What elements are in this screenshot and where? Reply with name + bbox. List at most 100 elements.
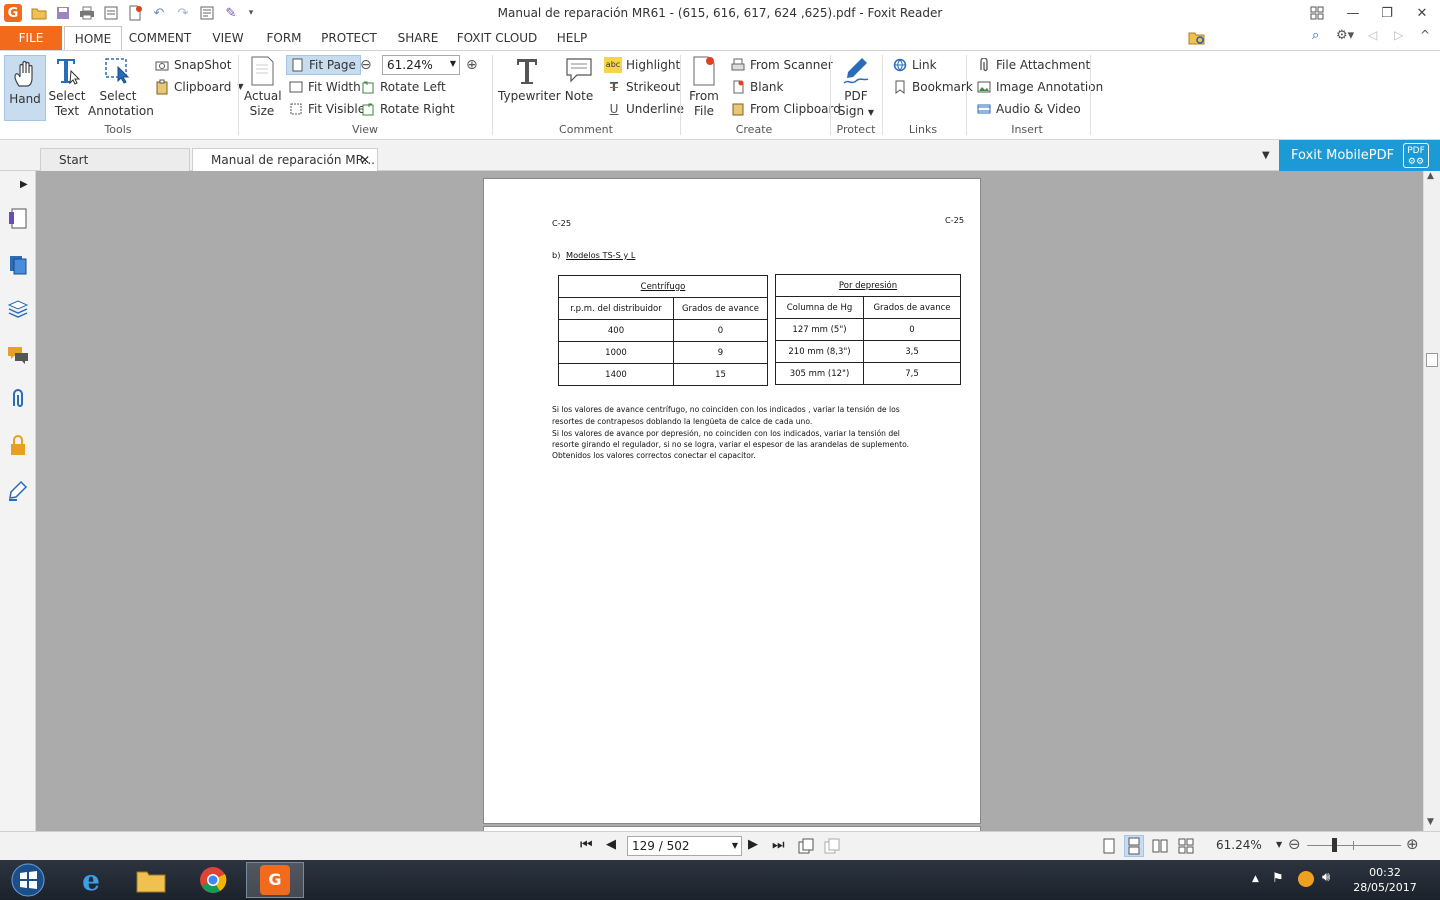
audio-video-button[interactable]: Audio & Video [976, 99, 1081, 119]
close-button[interactable]: ✕ [1405, 2, 1439, 24]
tab-form[interactable]: FORM [262, 26, 306, 50]
strikeout-button[interactable]: T Strikeout [606, 77, 680, 97]
ribbon-display-icon[interactable] [1300, 2, 1334, 24]
centrifugal-table: Centrífugo r.p.m. del distribuidor Grados… [558, 275, 768, 386]
action-center-flag-icon[interactable]: ⚑ [1272, 871, 1284, 886]
tab-share[interactable]: SHARE [394, 26, 442, 50]
page-number-input[interactable]: 129 / 502 ▼ [627, 836, 742, 856]
volume-icon[interactable]: 🔊︎ [1322, 870, 1330, 885]
blank-button[interactable]: Blank [730, 77, 783, 97]
find-folder-icon[interactable] [1188, 30, 1206, 46]
clock[interactable]: 00:32 28/05/2017 [1352, 865, 1418, 895]
hand-tool-button[interactable]: Hand [4, 55, 46, 121]
scroll-up-icon[interactable]: ▲ [1427, 171, 1434, 181]
highlight-button[interactable]: abc Highlight [604, 55, 680, 75]
from-file-button[interactable]: From File [686, 55, 722, 119]
from-file-icon [688, 55, 720, 87]
page-thumbnail-icon[interactable] [6, 207, 30, 231]
previous-page-icon[interactable]: ◀ [606, 837, 616, 852]
facing-pages-icon[interactable] [1152, 838, 1168, 854]
table-cell: 0 [863, 318, 961, 341]
zoom-slider-track[interactable] [1307, 845, 1401, 846]
next-result-icon[interactable]: ▷ [1394, 28, 1408, 46]
vertical-scrollbar[interactable]: ▲ ▼ [1423, 171, 1440, 831]
tab-document[interactable]: Manual de reparación MR... ✕ [192, 148, 378, 171]
rotate-right-button[interactable]: Rotate Right [360, 99, 455, 119]
select-text-button[interactable]: Select Text [48, 55, 86, 119]
single-page-icon[interactable] [1102, 838, 1116, 854]
tab-foxit-cloud[interactable]: FOXIT CLOUD [454, 26, 540, 50]
underline-button[interactable]: U Underline [606, 99, 684, 119]
zoom-in-button[interactable]: ⊕ [1406, 835, 1419, 853]
close-tab-icon[interactable]: ✕ [360, 149, 370, 171]
clipboard-create-icon [730, 101, 746, 117]
zoom-out-icon[interactable]: ⊖ [360, 57, 376, 73]
tab-home[interactable]: HOME [64, 26, 122, 51]
image-annotation-button[interactable]: Image Annotation [976, 77, 1103, 97]
paragraph-line: Si los valores de avance por depresión, … [552, 429, 900, 438]
internet-explorer-icon[interactable]: e [62, 862, 120, 898]
from-clipboard-button[interactable]: From Clipboard [730, 99, 841, 119]
zoom-in-icon[interactable]: ⊕ [466, 57, 482, 73]
attachments-icon[interactable] [6, 387, 30, 411]
signature-panel-icon[interactable] [6, 479, 30, 503]
collapse-ribbon-icon[interactable]: ^ [1420, 28, 1434, 46]
chrome-icon[interactable] [184, 862, 242, 898]
tab-comment[interactable]: COMMENT [126, 26, 194, 50]
tab-list-dropdown-icon[interactable]: ▼ [1262, 150, 1270, 161]
zoom-slider-thumb[interactable] [1332, 838, 1337, 852]
fit-visible-button[interactable]: Fit Visible [288, 99, 365, 119]
security-lock-icon[interactable] [6, 433, 30, 457]
layers-icon[interactable] [6, 297, 30, 321]
fit-width-button[interactable]: Fit Width [288, 77, 361, 97]
clipboard-button[interactable]: Clipboard ▼ [154, 77, 243, 97]
scroll-down-icon[interactable]: ▼ [1427, 817, 1434, 827]
zoom-select[interactable]: 61.24% ▼ [382, 55, 460, 75]
previous-view-icon[interactable] [798, 838, 814, 854]
tab-protect[interactable]: PROTECT [318, 26, 380, 50]
table-cell: 1000 [558, 341, 674, 364]
comments-panel-icon[interactable] [6, 343, 30, 367]
show-hidden-icons[interactable]: ▲ [1252, 874, 1259, 884]
foxit-mobilepdf-banner[interactable]: Foxit MobilePDF PDF ⚙⚙ [1279, 140, 1440, 171]
typewriter-button[interactable]: Typewriter [498, 55, 561, 104]
pages-icon[interactable] [6, 253, 30, 277]
start-button[interactable] [0, 862, 56, 898]
fit-page-button[interactable]: Fit Page [286, 55, 361, 75]
tab-help[interactable]: HELP [552, 26, 592, 50]
clipboard-icon [154, 79, 170, 95]
foxit-reader-taskbar-icon[interactable]: G [246, 862, 304, 898]
minimize-button[interactable]: — [1336, 2, 1370, 24]
link-button[interactable]: Link [892, 55, 937, 75]
bookmark-button[interactable]: Bookmark [892, 77, 973, 97]
file-menu[interactable]: FILE [0, 26, 62, 50]
pdf-sign-button[interactable]: PDF Sign ▼ [836, 55, 876, 120]
continuous-page-icon[interactable] [1124, 835, 1144, 857]
previous-result-icon[interactable]: ◁ [1368, 28, 1382, 46]
from-scanner-button[interactable]: From Scanner [730, 55, 833, 75]
note-button[interactable]: Note [560, 55, 598, 104]
file-attachment-button[interactable]: File Attachment [976, 55, 1090, 75]
note-icon [563, 55, 595, 87]
first-page-icon[interactable]: ⏮ [580, 837, 593, 853]
expand-panel-icon[interactable]: ▶ [20, 179, 28, 190]
search-icon[interactable]: ⌕ [1312, 28, 1328, 46]
tray-app-icon[interactable] [1298, 871, 1314, 887]
zoom-dropdown-icon[interactable]: ▼ [1276, 840, 1282, 849]
next-page-icon[interactable]: ▶ [748, 837, 758, 852]
continuous-facing-icon[interactable] [1178, 838, 1194, 854]
restore-button[interactable]: ❐ [1370, 2, 1404, 24]
gear-icon[interactable]: ⚙▾ [1336, 28, 1362, 46]
next-view-icon[interactable] [824, 838, 840, 854]
actual-size-button[interactable]: Actual Size [244, 55, 282, 119]
scrollbar-thumb[interactable] [1426, 353, 1438, 367]
last-page-icon[interactable]: ⏭ [772, 837, 785, 853]
snapshot-button[interactable]: SnapShot [154, 55, 231, 75]
rotate-left-button[interactable]: Rotate Left [360, 77, 446, 97]
file-explorer-icon[interactable] [122, 862, 180, 898]
tab-view[interactable]: VIEW [206, 26, 250, 50]
zoom-out-button[interactable]: ⊖ [1288, 835, 1301, 853]
tab-start[interactable]: Start [40, 148, 190, 171]
select-annotation-button[interactable]: Select Annotation [88, 55, 154, 119]
zoom-level[interactable]: 61.24% [1216, 838, 1262, 852]
